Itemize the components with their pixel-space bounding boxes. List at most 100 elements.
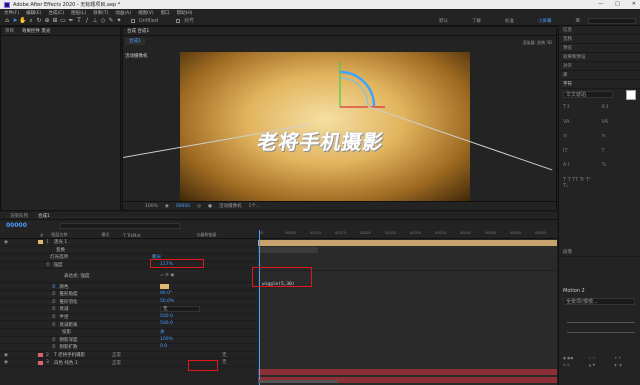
- viewer-timecode[interactable]: 00000: [176, 204, 190, 209]
- motion-btn-6[interactable]: ◐ ◑: [614, 363, 637, 367]
- blend-mode-select[interactable]: 正常: [112, 360, 134, 366]
- stopwatch-icon[interactable]: ⏱: [52, 337, 56, 343]
- work-area-bar[interactable]: [258, 247, 318, 253]
- font-size-icon[interactable]: T↕: [563, 104, 598, 115]
- expression-controls-icon[interactable]: = ⟳ ◉: [160, 273, 174, 278]
- shadow-diffusion-value[interactable]: 0.0: [160, 344, 167, 349]
- motion-btn-2[interactable]: ◇ ◇: [589, 356, 612, 360]
- motion-slider-1[interactable]: [567, 322, 635, 323]
- horizontal-scale-icon[interactable]: T: [602, 148, 637, 159]
- stopwatch-icon[interactable]: ⏱: [52, 299, 56, 305]
- pan-behind-tool-icon[interactable]: ⊞: [51, 17, 59, 25]
- menu-effect[interactable]: 效果(T): [93, 10, 108, 16]
- menu-help[interactable]: 帮助(H): [177, 10, 193, 16]
- property-row-shadow-diffusion[interactable]: ⏱ 阴影扩散 0.0: [0, 344, 258, 352]
- visibility-eye-icon[interactable]: ◉: [4, 353, 10, 358]
- shadow-darkness-value[interactable]: 100%: [160, 337, 173, 342]
- cone-angle-value[interactable]: 90.0°: [160, 291, 172, 296]
- motion-btn-3[interactable]: ✦ ✦: [614, 356, 637, 360]
- panel-libraries[interactable]: 库: [559, 71, 640, 80]
- tab-comp-timeline[interactable]: 合成1: [38, 213, 50, 219]
- property-row-cone-feather[interactable]: ⏱ 锥形羽化 50.0%: [0, 299, 258, 307]
- property-row-expression[interactable]: 表达式: 强度 = ⟳ ◉: [0, 269, 258, 284]
- stopwatch-icon[interactable]: ⏱: [46, 262, 50, 268]
- tracking-icon[interactable]: VA: [602, 119, 637, 130]
- zoom-tool-icon[interactable]: ⌕: [27, 17, 35, 25]
- workspace-default[interactable]: 默认: [439, 18, 448, 24]
- playhead[interactable]: [259, 230, 260, 385]
- vertical-scale-icon[interactable]: IT: [563, 148, 598, 159]
- timeline-graph[interactable]: 0f 00005 00010 00015 00020 00025 00030 0…: [258, 230, 557, 385]
- property-row-falloff[interactable]: ⏱ 衰减 无: [0, 306, 258, 314]
- menu-edit[interactable]: 编辑(E): [26, 10, 41, 16]
- parent-select[interactable]: 无: [222, 352, 227, 358]
- parent-select[interactable]: 无: [222, 359, 227, 365]
- falloff-distance-value[interactable]: 500.0: [160, 321, 173, 326]
- visibility-eye-icon[interactable]: ◉: [4, 240, 10, 245]
- workspace-small-screen[interactable]: 小屏幕: [538, 18, 552, 24]
- light-color-swatch[interactable]: [160, 284, 169, 290]
- stroke-icon[interactable]: ≡: [563, 133, 598, 144]
- leading-icon[interactable]: A↕: [602, 104, 637, 115]
- panel-character[interactable]: 字符: [559, 80, 640, 89]
- property-row-intensity[interactable]: ⏱ 强度 117%: [0, 262, 258, 270]
- renderer-label[interactable]: 渲染器: 经典 3D: [522, 40, 552, 46]
- property-group-transform[interactable]: 变换: [0, 247, 258, 255]
- tab-composition[interactable]: 合成 合成1: [127, 28, 149, 34]
- font-family-select[interactable]: 华文琥珀: [563, 91, 613, 98]
- panel-align[interactable]: 对齐: [559, 62, 640, 71]
- casts-shadows-toggle[interactable]: 关: [160, 329, 165, 335]
- motion-slider-2[interactable]: [567, 332, 635, 333]
- layer-name[interactable]: 白色 纯色 1: [54, 360, 112, 366]
- snap-checkbox[interactable]: [131, 18, 135, 23]
- tsume-icon[interactable]: %: [602, 162, 637, 173]
- camera-icon[interactable]: ◉: [165, 204, 169, 209]
- zoom-select[interactable]: 100%: [145, 204, 158, 209]
- menu-window[interactable]: 窗口: [161, 10, 170, 16]
- pen-tool-icon[interactable]: ✒: [67, 17, 75, 25]
- rectangle-tool-icon[interactable]: ▭: [59, 17, 67, 25]
- panel-paragraph[interactable]: 段落: [559, 248, 640, 257]
- align-checkbox[interactable]: [176, 18, 181, 23]
- stopwatch-icon[interactable]: ⏱: [52, 291, 56, 297]
- stopwatch-icon[interactable]: ⏱: [52, 306, 56, 312]
- fill-color-swatch[interactable]: [626, 90, 636, 100]
- layer-name[interactable]: T 老将手机摄影: [54, 352, 112, 358]
- property-row-falloff-distance[interactable]: ⏱ 衰减距离 500.0: [0, 321, 258, 329]
- workspace-libraries[interactable]: 库: [576, 18, 581, 24]
- faux-style-icons[interactable]: T T TT Tr T¹ T₁: [563, 177, 598, 194]
- type-tool-icon[interactable]: T: [75, 17, 83, 25]
- home-icon[interactable]: ⌂: [3, 17, 11, 25]
- tab-render-queue[interactable]: 渲染队列: [10, 213, 28, 219]
- stopwatch-icon[interactable]: ⏱: [52, 284, 56, 290]
- motion-preset-select[interactable]: 全景项(慢慢...: [563, 298, 635, 305]
- property-row-casts-shadows[interactable]: 投影 关: [0, 329, 258, 337]
- view-layout-select[interactable]: 1个...: [249, 203, 261, 209]
- panel-effects-presets[interactable]: 效果和预设: [559, 53, 640, 62]
- camera-select[interactable]: 活动摄像机: [219, 203, 242, 209]
- visibility-eye-icon[interactable]: ◉: [4, 360, 10, 365]
- stopwatch-icon[interactable]: ⏱: [52, 344, 56, 350]
- kerning-icon[interactable]: VA: [563, 119, 598, 130]
- blend-mode-select[interactable]: 正常: [112, 352, 134, 358]
- stopwatch-icon[interactable]: ⏱: [52, 314, 56, 320]
- menu-view[interactable]: 视图(V): [138, 10, 154, 16]
- selection-tool-icon[interactable]: ➤: [11, 17, 19, 25]
- property-row-radius[interactable]: ⏱ 半径 500.0: [0, 314, 258, 322]
- panel-info[interactable]: 信息: [559, 26, 640, 35]
- label-color-swatch[interactable]: [38, 360, 43, 365]
- panel-preview[interactable]: 预览: [559, 44, 640, 53]
- snapshot-icon[interactable]: ◎: [197, 204, 201, 209]
- menu-file[interactable]: 文件(F): [4, 10, 19, 16]
- baseline-shift-icon[interactable]: A↑: [563, 162, 598, 173]
- motion-btn-4[interactable]: ⊕ ⊕: [563, 363, 586, 367]
- motion-btn-1[interactable]: ● ●●: [563, 356, 586, 360]
- close-button[interactable]: ✕: [632, 1, 636, 7]
- tab-project[interactable]: 项目: [5, 28, 14, 34]
- workspace-learn[interactable]: 了解: [472, 18, 481, 24]
- light-layer-bar[interactable]: [258, 240, 557, 246]
- roto-brush-tool-icon[interactable]: ✎: [107, 17, 115, 25]
- menu-layer[interactable]: 图层(L): [71, 10, 86, 16]
- camera-tool-icon[interactable]: ⊕: [43, 17, 51, 25]
- falloff-select[interactable]: 无: [160, 306, 200, 313]
